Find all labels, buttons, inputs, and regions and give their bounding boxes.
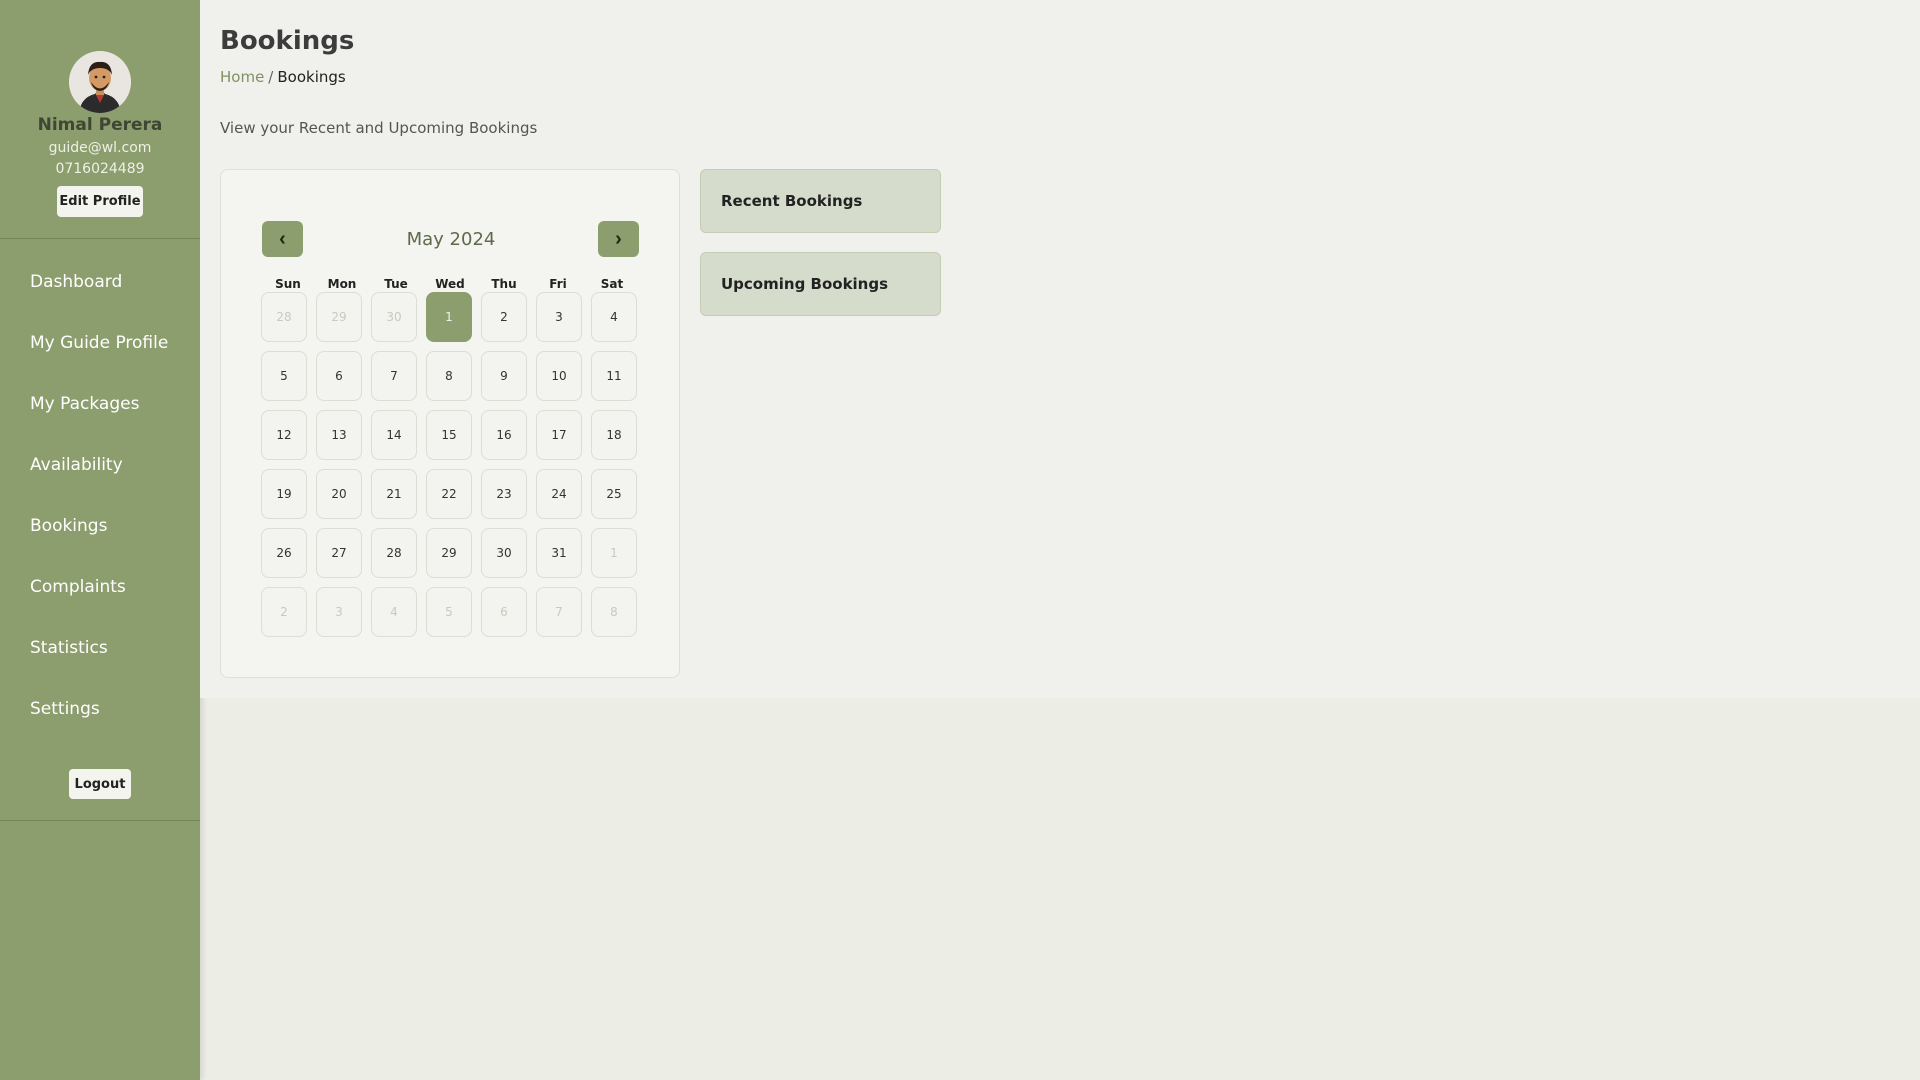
calendar-day[interactable]: 28 [371,528,417,578]
calendar-day[interactable]: 26 [261,528,307,578]
calendar-day-outside-month[interactable]: 8 [591,587,637,637]
logout-button[interactable]: Logout [69,769,131,799]
breadcrumb-separator: / [268,68,274,86]
profile-email: guide@wl.com [48,140,152,156]
avatar [69,51,131,113]
calendar-day[interactable]: 21 [371,469,417,519]
calendar-day-outside-month[interactable]: 1 [591,528,637,578]
calendar-day-outside-month[interactable]: 4 [371,587,417,637]
calendar-day-outside-month[interactable]: 28 [261,292,307,342]
avatar-image [69,51,131,113]
chevron-right-icon: › [615,227,622,250]
calendar-day[interactable]: 30 [481,528,527,578]
calendar-day[interactable]: 12 [261,410,307,460]
calendar-day[interactable]: 19 [261,469,307,519]
breadcrumb-current: Bookings [277,68,346,86]
sidebar: Nimal Perera guide@wl.com 0716024489 Edi… [0,0,200,1080]
calendar-day[interactable]: 3 [536,292,582,342]
calendar-day[interactable]: 15 [426,410,472,460]
calendar-day[interactable]: 8 [426,351,472,401]
sidebar-item-settings[interactable]: Settings [30,699,180,719]
weekday-header-sat: Sat [600,277,624,291]
calendar-day-outside-month[interactable]: 29 [316,292,362,342]
edit-profile-button[interactable]: Edit Profile [57,186,143,217]
sidebar-item-complaints[interactable]: Complaints [30,577,180,597]
upcoming-bookings-card[interactable]: Upcoming Bookings [700,252,941,316]
calendar-day[interactable]: 25 [591,469,637,519]
calendar-day-outside-month[interactable]: 7 [536,587,582,637]
calendar-day[interactable]: 22 [426,469,472,519]
page-title: Bookings [220,26,355,56]
weekday-header-tue: Tue [384,277,408,291]
sidebar-item-my-guide-profile[interactable]: My Guide Profile [30,333,180,353]
weekday-header-mon: Mon [327,277,357,291]
calendar-day-outside-month[interactable]: 6 [481,587,527,637]
calendar-day[interactable]: 17 [536,410,582,460]
calendar-day[interactable]: 11 [591,351,637,401]
calendar-day[interactable]: 20 [316,469,362,519]
calendar-day[interactable]: 10 [536,351,582,401]
weekday-header-thu: Thu [491,277,517,291]
calendar-day-outside-month[interactable]: 5 [426,587,472,637]
calendar-day[interactable]: 29 [426,528,472,578]
sidebar-item-bookings[interactable]: Bookings [30,516,180,536]
recent-bookings-card[interactable]: Recent Bookings [700,169,941,233]
calendar-day[interactable]: 18 [591,410,637,460]
calendar-next-button[interactable]: › [598,221,639,257]
weekday-header-wed: Wed [435,277,465,291]
profile-name: Nimal Perera [37,115,163,135]
weekday-header-sun: Sun [275,277,301,291]
profile-phone: 0716024489 [55,161,145,177]
page-subtitle: View your Recent and Upcoming Bookings [220,119,538,137]
calendar-day[interactable]: 5 [261,351,307,401]
weekday-header-fri: Fri [549,277,567,291]
sidebar-divider [0,820,200,821]
calendar-day[interactable]: 4 [591,292,637,342]
calendar-day[interactable]: 27 [316,528,362,578]
calendar-day-outside-month[interactable]: 30 [371,292,417,342]
sidebar-item-availability[interactable]: Availability [30,455,180,475]
calendar-day-selected[interactable]: 1 [426,292,472,342]
sidebar-item-statistics[interactable]: Statistics [30,638,180,658]
calendar-card: ‹ May 2024 › Sun Mon Tue Wed Thu Fri Sat… [220,169,680,678]
profile-section: Nimal Perera guide@wl.com 0716024489 Edi… [0,0,200,239]
calendar-day[interactable]: 9 [481,351,527,401]
calendar-day[interactable]: 16 [481,410,527,460]
calendar-day[interactable]: 31 [536,528,582,578]
sidebar-item-dashboard[interactable]: Dashboard [30,272,180,292]
calendar-day[interactable]: 6 [316,351,362,401]
calendar-day[interactable]: 7 [371,351,417,401]
calendar-day[interactable]: 13 [316,410,362,460]
calendar-day[interactable]: 14 [371,410,417,460]
calendar-day[interactable]: 23 [481,469,527,519]
breadcrumb: Home / Bookings [220,68,346,86]
calendar-day[interactable]: 2 [481,292,527,342]
calendar-day-outside-month[interactable]: 3 [316,587,362,637]
calendar-day-outside-month[interactable]: 2 [261,587,307,637]
breadcrumb-home-link[interactable]: Home [220,68,264,86]
calendar-day[interactable]: 24 [536,469,582,519]
sidebar-item-my-packages[interactable]: My Packages [30,394,180,414]
